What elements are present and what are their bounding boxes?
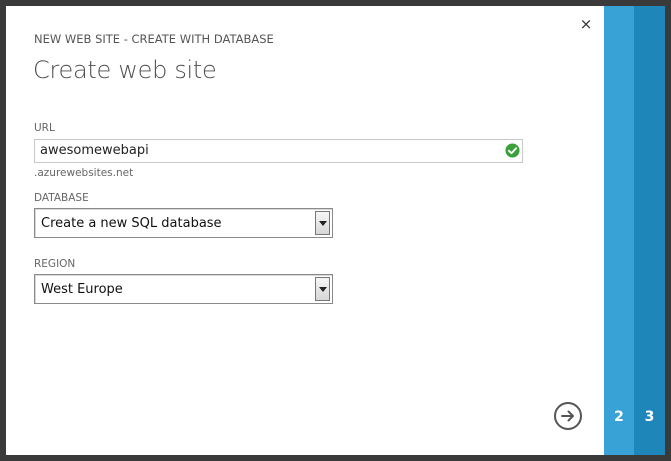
dialog-title: Create web site xyxy=(33,56,217,84)
arrow-right-icon xyxy=(561,410,574,422)
create-web-site-dialog: × NEW WEB SITE - CREATE WITH DATABASE Cr… xyxy=(6,6,604,455)
database-select-value: Create a new SQL database xyxy=(41,216,222,231)
step-3-number: 3 xyxy=(644,409,655,425)
region-select[interactable]: West Europe xyxy=(34,274,333,304)
dialog-subtitle: NEW WEB SITE - CREATE WITH DATABASE xyxy=(34,32,274,46)
window-frame: × NEW WEB SITE - CREATE WITH DATABASE Cr… xyxy=(0,0,671,461)
wizard-steps: 2 3 xyxy=(604,6,665,455)
region-label: REGION xyxy=(34,258,76,270)
url-input[interactable]: awesomewebapi xyxy=(34,139,523,163)
url-label: URL xyxy=(34,122,55,134)
close-icon[interactable]: × xyxy=(578,16,594,32)
chevron-down-icon[interactable] xyxy=(315,277,330,301)
region-select-value: West Europe xyxy=(41,282,123,297)
database-select[interactable]: Create a new SQL database xyxy=(34,208,333,238)
next-button[interactable] xyxy=(554,402,582,430)
step-2-number: 2 xyxy=(614,409,624,425)
url-input-value: awesomewebapi xyxy=(40,143,149,158)
step-2-panel[interactable]: 2 xyxy=(604,6,634,455)
database-label: DATABASE xyxy=(34,192,89,204)
chevron-down-icon[interactable] xyxy=(315,211,330,235)
step-3-panel[interactable]: 3 xyxy=(634,6,665,455)
check-icon xyxy=(505,143,520,158)
url-suffix: .azurewebsites.net xyxy=(34,167,134,179)
